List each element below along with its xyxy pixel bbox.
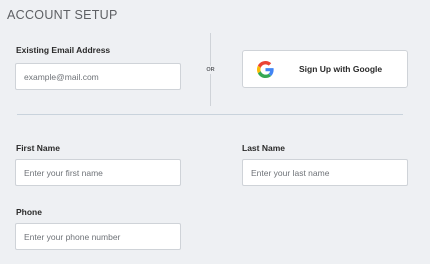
horizontal-divider xyxy=(17,114,403,115)
last-name-input[interactable] xyxy=(242,159,408,186)
account-setup-page: ACCOUNT SETUP Existing Email Address OR … xyxy=(0,0,430,264)
existing-email-input[interactable] xyxy=(15,63,181,90)
last-name-label: Last Name xyxy=(242,143,285,153)
existing-email-label: Existing Email Address xyxy=(16,45,111,55)
sign-up-with-google-button[interactable]: Sign Up with Google xyxy=(242,50,408,88)
or-separator-label: OR xyxy=(205,66,216,74)
first-name-label: First Name xyxy=(16,143,60,153)
page-title: ACCOUNT SETUP xyxy=(7,8,118,22)
google-icon xyxy=(257,61,274,78)
phone-input[interactable] xyxy=(15,223,181,250)
phone-label: Phone xyxy=(16,207,42,217)
first-name-input[interactable] xyxy=(15,159,181,186)
google-button-label: Sign Up with Google xyxy=(299,64,383,74)
